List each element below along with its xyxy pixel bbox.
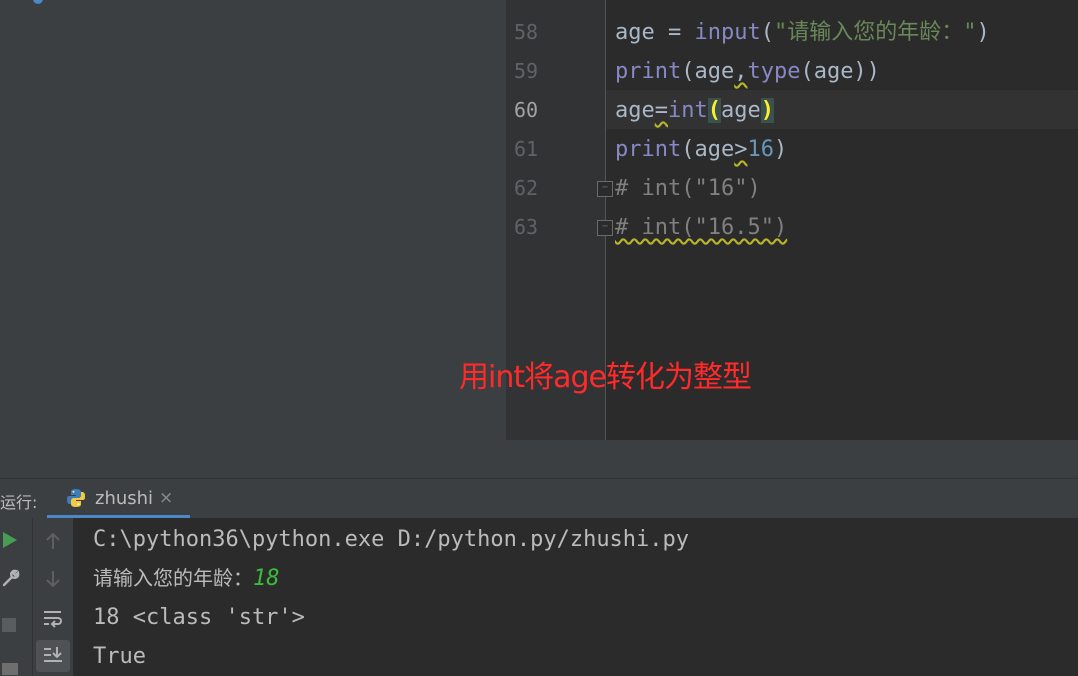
project-pane xyxy=(0,0,506,478)
run-console-output[interactable]: C:\python36\python.exe D:/python.py/zhus… xyxy=(73,518,1078,676)
soft-wrap-icon[interactable] xyxy=(39,605,67,631)
run-label: 运行: xyxy=(0,493,38,512)
code-token: ) xyxy=(773,137,788,162)
code-token: > xyxy=(734,137,748,162)
code-token: (age xyxy=(681,59,735,84)
code-token: "请输入您的年龄：" xyxy=(773,20,977,45)
line-number: 63 xyxy=(514,215,539,239)
code-token: age xyxy=(615,98,655,123)
line-number: 59 xyxy=(514,59,539,83)
fold-marker-icon[interactable]: − xyxy=(597,220,613,236)
code-token: print xyxy=(615,59,682,84)
console-toolbar xyxy=(32,518,74,676)
code-token: int xyxy=(668,98,708,123)
line-number: 58 xyxy=(514,20,539,44)
code-token: , xyxy=(734,59,748,84)
code-token: = xyxy=(654,98,668,123)
code-text: age = input("请输入您的年龄：") xyxy=(615,13,990,52)
rerun-icon[interactable] xyxy=(0,528,20,552)
console-user-input: 18 xyxy=(253,566,280,591)
code-text: # int("16.5") xyxy=(615,208,787,247)
run-tool-window-header: 运行: zhushi × xyxy=(0,478,1078,519)
layout-icon[interactable] xyxy=(0,658,20,676)
console-output-line: 18 <class 'str'> xyxy=(93,605,305,630)
code-token: print xyxy=(615,137,682,162)
code-token: ) xyxy=(976,20,990,45)
code-token: (age xyxy=(681,137,735,162)
close-icon[interactable]: × xyxy=(159,488,173,508)
code-token: ( xyxy=(760,20,774,45)
wrench-icon[interactable] xyxy=(0,566,22,590)
annotation-text: 用int将age转化为整型 xyxy=(459,360,752,395)
scroll-down-icon[interactable] xyxy=(39,566,67,592)
stop-icon[interactable] xyxy=(0,615,18,635)
console-output-line: True xyxy=(93,644,146,669)
console-prompt: 请输入您的年龄： xyxy=(93,566,253,590)
code-token: ) xyxy=(760,98,774,123)
code-token: type xyxy=(747,59,801,84)
scroll-up-icon[interactable] xyxy=(39,528,67,554)
console-command-line: C:\python36\python.exe D:/python.py/zhus… xyxy=(93,527,690,552)
python-icon xyxy=(67,489,85,507)
run-tab-label: zhushi xyxy=(95,488,154,509)
code-token: # int("16") xyxy=(615,176,761,201)
line-number: 62 xyxy=(514,176,539,200)
fold-marker-icon[interactable]: − xyxy=(597,181,613,197)
line-number: 60 xyxy=(514,98,539,122)
editor-empty-area xyxy=(506,440,1078,478)
code-text: # int("16") xyxy=(615,169,761,208)
code-token: input xyxy=(694,20,761,45)
scroll-indicator-icon xyxy=(33,0,43,4)
code-text: print(age,type(age)) xyxy=(615,52,880,91)
run-toolbar xyxy=(0,518,32,676)
code-token: ( xyxy=(707,98,721,123)
code-token: 16 xyxy=(747,137,774,162)
run-tab-zhushi[interactable]: zhushi × xyxy=(47,479,190,519)
code-token: # int("16.5") xyxy=(615,215,788,240)
code-text: age=int(age) xyxy=(615,91,774,130)
scroll-to-end-icon[interactable] xyxy=(36,640,70,672)
code-token: age xyxy=(721,98,761,123)
code-token: age = xyxy=(615,20,695,45)
console-input-line: 请输入您的年龄：18 xyxy=(93,559,280,598)
line-number: 61 xyxy=(514,137,539,161)
code-text: print(age>16) xyxy=(615,130,787,169)
code-token: (age)) xyxy=(800,59,880,84)
